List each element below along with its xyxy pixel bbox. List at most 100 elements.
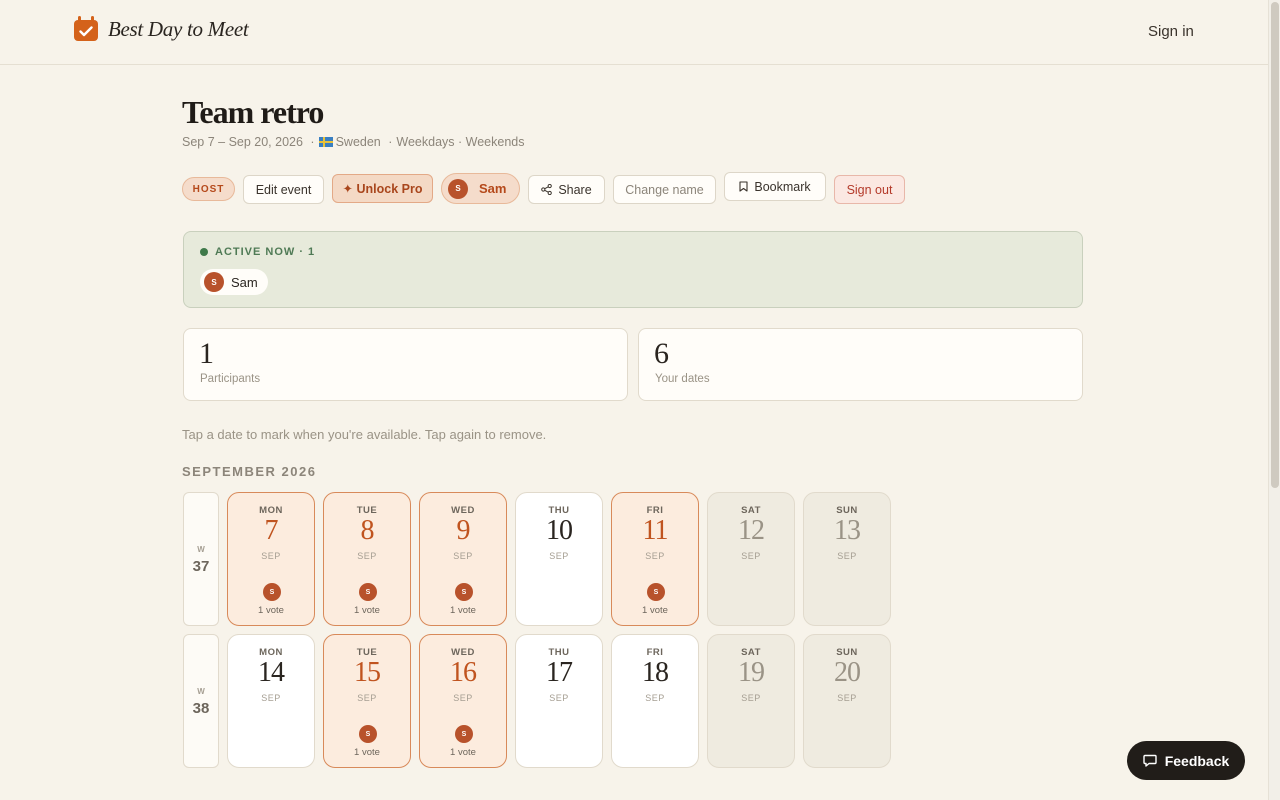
day-month: SEP <box>549 551 569 561</box>
day-number: 10 <box>546 515 573 546</box>
day-month: SEP <box>453 551 473 561</box>
calendar-day-cell[interactable]: FRI 18 SEP <box>611 634 699 768</box>
bookmark-label: Bookmark <box>754 179 811 194</box>
calendar-check-icon <box>74 16 98 42</box>
active-now-label: ACTIVE NOW · 1 <box>215 246 316 258</box>
day-month: SEP <box>357 693 377 703</box>
calendar-day-cell[interactable]: FRI 11 SEP S 1 vote <box>611 492 699 626</box>
user-name: Sam <box>479 181 507 196</box>
active-user-chip: S Sam <box>200 269 268 295</box>
day-month: SEP <box>645 551 665 561</box>
week-prefix: W <box>197 545 205 554</box>
active-now-panel: ACTIVE NOW · 1 S Sam <box>183 231 1083 308</box>
vote-count: 1 vote <box>354 605 380 616</box>
voter-avatar: S <box>359 725 377 743</box>
month-heading: SEPTEMBER 2026 <box>182 464 317 479</box>
week-number-cell: W 38 <box>183 634 219 768</box>
calendar-day-cell[interactable]: TUE 8 SEP S 1 vote <box>323 492 411 626</box>
calendar-day-cell: SUN 13 SEP <box>803 492 891 626</box>
chat-bubble-icon <box>1143 754 1157 767</box>
calendar-day-cell: SUN 20 SEP <box>803 634 891 768</box>
brand-logo[interactable]: Best Day to Meet <box>74 16 249 42</box>
event-date-range: Sep 7 – Sep 20, 2026 <box>182 135 303 149</box>
day-month: SEP <box>549 693 569 703</box>
edit-event-button[interactable]: Edit event <box>243 175 324 204</box>
day-number: 14 <box>258 657 285 688</box>
voter-avatar: S <box>647 583 665 601</box>
meta-separator: · <box>384 135 393 149</box>
day-number: 16 <box>450 657 477 688</box>
day-month: SEP <box>741 693 761 703</box>
calendar-day-cell: SAT 19 SEP <box>707 634 795 768</box>
calendar-hint: Tap a date to mark when you're available… <box>182 427 547 442</box>
voter-avatar: S <box>455 583 473 601</box>
day-number: 9 <box>456 515 471 546</box>
day-month: SEP <box>837 693 857 703</box>
share-button[interactable]: Share <box>528 175 605 204</box>
voter-avatar: S <box>263 583 281 601</box>
day-number: 20 <box>834 657 861 688</box>
your-dates-count: 6 <box>654 337 669 370</box>
avatar: S <box>204 272 224 292</box>
page-scrollbar[interactable] <box>1268 0 1280 800</box>
participants-stat-card: 1 Participants <box>183 328 628 401</box>
calendar-day-cell[interactable]: WED 9 SEP S 1 vote <box>419 492 507 626</box>
week-number-cell: W 37 <box>183 492 219 626</box>
user-menu-button[interactable]: S Sam <box>441 173 520 204</box>
active-now-header: ACTIVE NOW · 1 <box>200 246 315 258</box>
vote-count: 1 vote <box>642 605 668 616</box>
day-number: 17 <box>546 657 573 688</box>
event-title: Team retro <box>182 94 324 130</box>
day-month: SEP <box>453 693 473 703</box>
vote-count: 1 vote <box>258 605 284 616</box>
event-meta: Sep 7 – Sep 20, 2026 · Sweden · Weekdays… <box>182 135 524 149</box>
day-number: 18 <box>642 657 669 688</box>
week-prefix: W <box>197 687 205 696</box>
bookmark-icon <box>739 181 748 192</box>
calendar-day-cell[interactable]: THU 10 SEP <box>515 492 603 626</box>
day-number: 19 <box>738 657 765 688</box>
calendar-day-cell[interactable]: WED 16 SEP S 1 vote <box>419 634 507 768</box>
participants-label: Participants <box>200 373 261 385</box>
calendar-day-cell: SAT 12 SEP <box>707 492 795 626</box>
day-month: SEP <box>645 693 665 703</box>
your-dates-stat-card: 6 Your dates <box>638 328 1083 401</box>
day-number: 15 <box>354 657 381 688</box>
voter-avatar: S <box>455 725 473 743</box>
bookmark-button[interactable]: Bookmark <box>724 172 826 201</box>
avatar: S <box>448 178 468 199</box>
day-number: 13 <box>834 515 861 546</box>
unlock-pro-button[interactable]: ✦ Unlock Pro <box>332 174 433 203</box>
host-badge: HOST <box>182 177 235 201</box>
week-number: 37 <box>192 558 210 575</box>
brand-name: Best Day to Meet <box>108 16 249 41</box>
day-month: SEP <box>741 551 761 561</box>
vote-count: 1 vote <box>450 747 476 758</box>
participants-count: 1 <box>199 337 214 370</box>
sign-out-button[interactable]: Sign out <box>834 175 905 204</box>
your-dates-label: Your dates <box>655 373 710 385</box>
day-number: 7 <box>264 515 279 546</box>
week-number: 38 <box>192 700 210 717</box>
scrollbar-thumb[interactable] <box>1271 2 1279 488</box>
day-month: SEP <box>837 551 857 561</box>
day-month: SEP <box>261 693 281 703</box>
calendar-day-cell[interactable]: MON 14 SEP <box>227 634 315 768</box>
calendar-day-cell[interactable]: MON 7 SEP S 1 vote <box>227 492 315 626</box>
top-bar: Best Day to Meet Sign in <box>0 0 1268 65</box>
change-name-button[interactable]: Change name <box>613 175 716 204</box>
feedback-label: Feedback <box>1164 752 1230 769</box>
day-number: 8 <box>360 515 375 546</box>
feedback-button[interactable]: Feedback <box>1127 741 1245 780</box>
vote-count: 1 vote <box>354 747 380 758</box>
share-label: Share <box>558 182 592 197</box>
day-month: SEP <box>261 551 281 561</box>
share-icon <box>541 184 553 195</box>
online-dot-icon <box>200 248 208 256</box>
active-user-name: Sam <box>231 274 258 290</box>
calendar-day-cell[interactable]: THU 17 SEP <box>515 634 603 768</box>
day-number: 11 <box>642 515 669 546</box>
sign-in-link[interactable]: Sign in <box>1148 23 1194 40</box>
calendar-day-cell[interactable]: TUE 15 SEP S 1 vote <box>323 634 411 768</box>
meta-separator: · <box>306 135 315 149</box>
